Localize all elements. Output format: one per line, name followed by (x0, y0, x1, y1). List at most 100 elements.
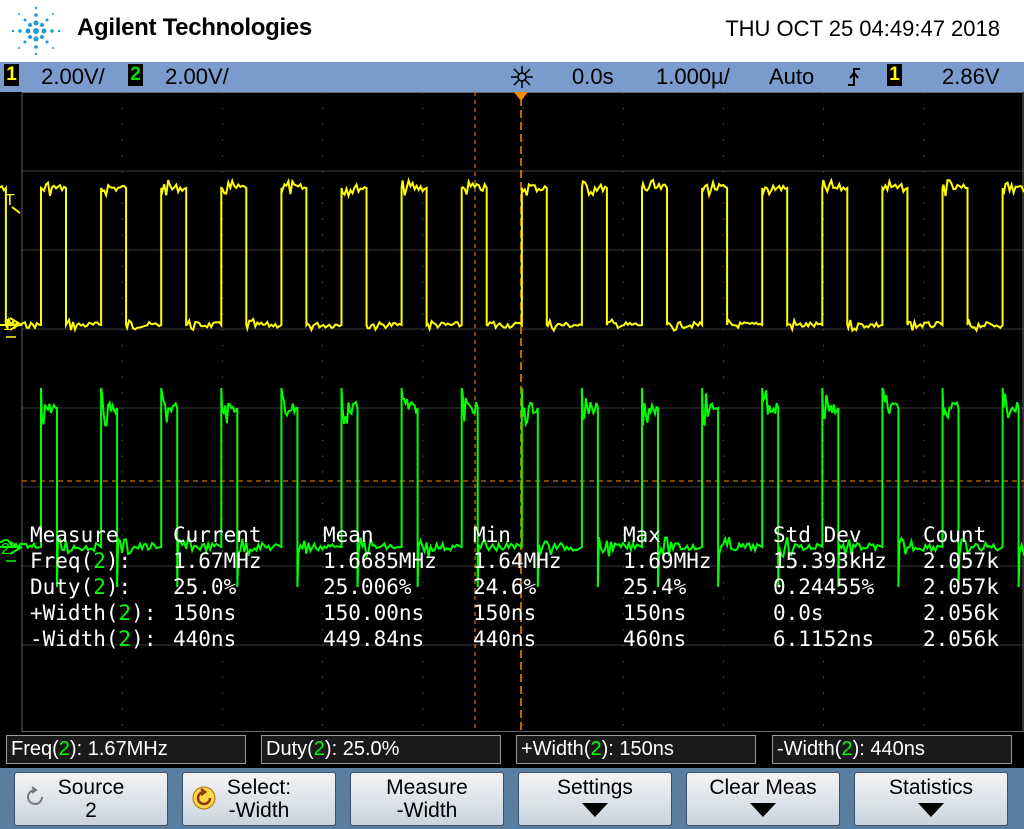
cell-max: 25.4% (623, 575, 687, 599)
measure-softkey[interactable]: Measure -Width (350, 772, 504, 826)
readout-plus-width[interactable]: +Width(2): 150ns (516, 735, 756, 764)
measurement-row-plus-width: +Width(2): 150ns 150.00ns 150ns 150ns 0.0s 2.0… (30, 600, 1020, 626)
cell-count: 2.057k (923, 575, 999, 599)
measurement-source: 2 (118, 601, 132, 625)
readout-source: 2 (313, 738, 325, 760)
measurement-suffix: ): (105, 575, 132, 599)
ch1-ground-marker: 1 (3, 317, 22, 338)
col-header-measure: Measure (30, 523, 119, 547)
ch2-scale: 2.00V/ (165, 64, 229, 89)
trigger-position-marker (514, 92, 528, 101)
measurement-source: 2 (93, 549, 106, 573)
readout-value: ): 1.67MHz (69, 738, 168, 760)
cell-min: 1.64MHz (473, 549, 562, 573)
source-softkey[interactable]: Source 2 (14, 772, 168, 826)
rotate-knob-active-icon (191, 785, 217, 815)
ch1-scale-group[interactable]: 1 2.00V/ (4, 64, 105, 90)
trigger-source[interactable]: 1 (887, 64, 902, 90)
cell-count: 2.056k (923, 627, 999, 651)
agilent-spark-logo-icon (11, 6, 61, 56)
cell-count: 2.056k (923, 601, 999, 625)
measurement-suffix: ): (105, 549, 132, 573)
cell-mean: 1.6685MHz (323, 549, 437, 573)
cell-current: 150ns (173, 601, 237, 625)
cell-min: 440ns (473, 627, 537, 651)
readout-source: 2 (590, 738, 602, 760)
cell-mean: 150.00ns (323, 601, 425, 625)
col-header-stddev: Std Dev (773, 523, 862, 547)
cell-current: 1.67MHz (173, 549, 262, 573)
waveform-display[interactable]: T 1 2 Measure Current Mean Min Max Std D… (0, 92, 1024, 732)
measurement-name: Duty(2): (30, 575, 132, 599)
measurement-label: -Width (30, 627, 106, 651)
trigger-source-indicator: 1 (887, 64, 902, 86)
readout-freq[interactable]: Freq(2): 1.67MHz (6, 735, 246, 764)
cell-max: 460ns (623, 627, 687, 651)
rising-edge-icon (846, 66, 862, 94)
readout-label: -Width (777, 738, 835, 760)
settings-softkey[interactable]: Settings (518, 772, 672, 826)
trigger-mode[interactable]: Auto (769, 64, 814, 90)
cell-count: 2.057k (923, 549, 999, 573)
measurement-source: 2 (118, 627, 132, 651)
readout-value: ): 150ns (601, 738, 674, 760)
statistics-softkey[interactable]: Statistics (854, 772, 1008, 826)
clear-meas-softkey[interactable]: Clear Meas (686, 772, 840, 826)
cell-max: 150ns (623, 601, 687, 625)
ch1-scale: 2.00V/ (41, 64, 105, 89)
time-scale[interactable]: 1.000µ/ (656, 64, 730, 90)
rotate-knob-icon (23, 785, 47, 813)
softkey-label: Statistics (888, 776, 974, 799)
softkey-bar: Source 2 Select: -Width Measure -Width S… (0, 768, 1024, 829)
readout-label: Freq (11, 738, 53, 760)
cell-stddev: 6.1152ns (773, 627, 875, 651)
ch1-trace (0, 177, 1024, 333)
cell-current: 440ns (173, 627, 237, 651)
measurement-source: 2 (93, 575, 106, 599)
trigger-level-marker: T (5, 192, 21, 214)
cell-mean: 449.84ns (323, 627, 425, 651)
cell-mean: 25.006% (323, 575, 412, 599)
measurement-row-minus-width: -Width(2): 440ns 449.84ns 440ns 460ns 6.1152n… (30, 626, 1020, 652)
softkey-label: Clear Meas (709, 776, 817, 799)
date-time: THU OCT 25 04:49:47 2018 (725, 16, 1000, 41)
cell-stddev: 15.393kHz (773, 549, 887, 573)
col-header-current: Current (173, 523, 262, 547)
table-header-row: Measure Current Mean Min Max Std Dev Cou… (30, 522, 1020, 548)
softkey-label: Measure (386, 776, 468, 799)
ch1-indicator: 1 (4, 64, 19, 86)
cell-current: 25.0% (173, 575, 237, 599)
measurement-suffix: ): (131, 601, 157, 625)
status-bar: 1 2.00V/ 2 2.00V/ 0.0s 1.000µ/ Auto 1 2.… (0, 62, 1024, 92)
readout-minus-width[interactable]: -Width(2): 440ns (772, 735, 1012, 764)
ch2-scale-group[interactable]: 2 2.00V/ (128, 64, 229, 90)
softkey-label: Settings (557, 776, 633, 799)
readout-label: +Width (521, 738, 584, 760)
time-delay[interactable]: 0.0s (572, 64, 614, 90)
readout-source: 2 (58, 738, 70, 760)
measurement-row-freq: Freq(2): 1.67MHz 1.6685MHz 1.64MHz 1.69MHz 15… (30, 548, 1020, 574)
measurement-label: Duty (30, 575, 81, 599)
ch2-indicator: 2 (128, 64, 143, 86)
measurement-label: Freq (30, 549, 81, 573)
readout-duty[interactable]: Duty(2): 25.0% (261, 735, 501, 764)
cell-stddev: 0.0s (773, 601, 824, 625)
measurement-name: -Width(2): (30, 627, 157, 651)
header: Agilent Technologies THU OCT 25 04:49:47… (0, 0, 1024, 62)
readout-label: Duty (266, 738, 308, 760)
readout-source: 2 (841, 738, 853, 760)
measurement-readouts: Freq(2): 1.67MHz Duty(2): 25.0% +Width(2… (0, 732, 1024, 768)
cell-max: 1.69MHz (623, 549, 712, 573)
trigger-level[interactable]: 2.86V (942, 64, 1000, 90)
softkey-value: -Width (396, 799, 458, 822)
readout-value: ): 440ns (852, 738, 925, 760)
col-header-count: Count (923, 523, 987, 547)
measurement-suffix: ): (131, 627, 157, 651)
cell-stddev: 0.24455% (773, 575, 875, 599)
measurement-name: Freq(2): (30, 549, 132, 573)
select-softkey[interactable]: Select: -Width (182, 772, 336, 826)
col-header-min: Min (473, 523, 511, 547)
submenu-arrow-icon (750, 803, 776, 817)
measurement-label: +Width (30, 601, 106, 625)
col-header-mean: Mean (323, 523, 374, 547)
